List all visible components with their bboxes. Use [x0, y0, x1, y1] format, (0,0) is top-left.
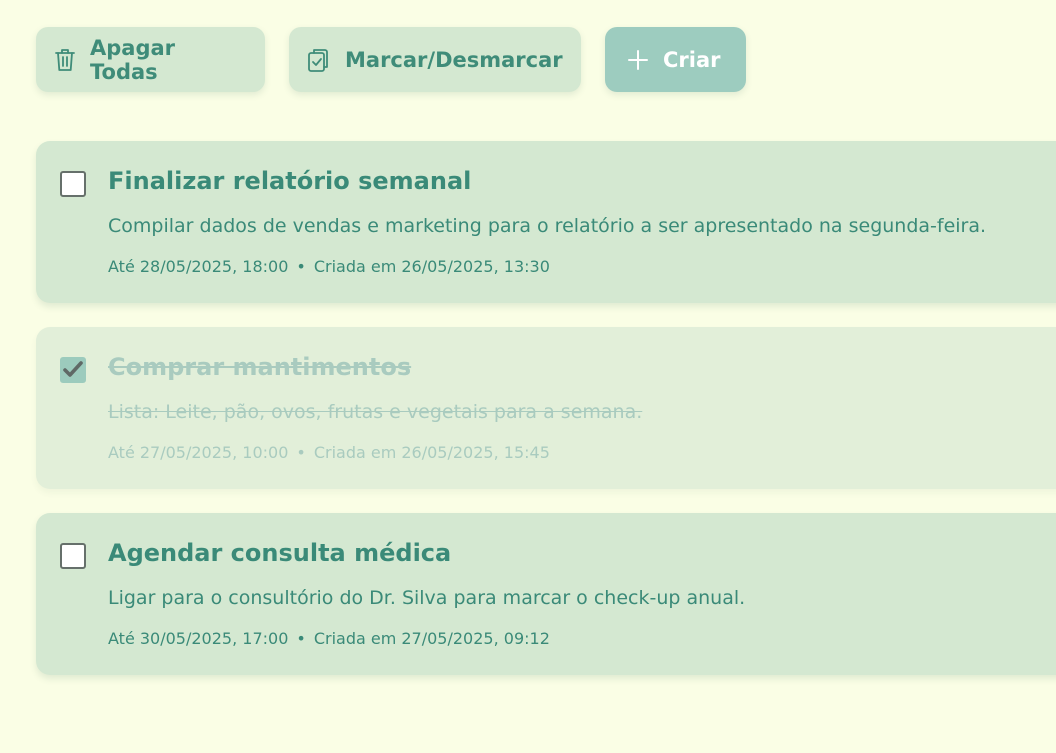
task-title: Agendar consulta médica [108, 539, 452, 567]
clipboard-check-icon [307, 47, 331, 73]
toggle-all-button[interactable]: Marcar/Desmarcar [289, 27, 581, 92]
toggle-all-label: Marcar/Desmarcar [345, 47, 563, 72]
delete-all-button[interactable]: Apagar Todas [36, 27, 265, 92]
task-created-date: Criada em 27/05/2025, 09:12 [313, 629, 550, 648]
task-list: Finalizar relatório semanal Compilar dad… [36, 141, 1056, 699]
task-description: Lista: Leite, pão, ovos, frutas e vegeta… [108, 401, 643, 423]
task-description: Ligar para o consultório do Dr. Silva pa… [108, 587, 746, 609]
task-due-date: Até 30/05/2025, 17:00 [108, 629, 289, 648]
meta-separator: • [296, 257, 306, 276]
task-checkbox-checked[interactable] [60, 357, 86, 383]
toolbar: Apagar Todas Marcar/Desmarcar Criar [36, 27, 746, 92]
task-meta: Até 27/05/2025, 10:00 • Criada em 26/05/20… [108, 443, 550, 462]
task-meta: Até 30/05/2025, 17:00 • Criada em 27/05/20… [108, 629, 550, 648]
task-checkbox[interactable] [60, 543, 86, 569]
task-card: Finalizar relatório semanal Compilar dad… [36, 141, 1056, 303]
task-created-date: Criada em 26/05/2025, 15:45 [313, 443, 550, 462]
create-label: Criar [663, 47, 721, 72]
task-title: Finalizar relatório semanal [108, 167, 472, 195]
task-due-date: Até 27/05/2025, 10:00 [108, 443, 289, 462]
task-created-date: Criada em 26/05/2025, 13:30 [313, 257, 550, 276]
task-card: Agendar consulta médica Ligar para o con… [36, 513, 1056, 675]
task-meta: Até 28/05/2025, 18:00 • Criada em 26/05/20… [108, 257, 550, 276]
task-card-completed: Comprar mantimentos Lista: Leite, pão, o… [36, 327, 1056, 489]
meta-separator: • [296, 629, 306, 648]
task-due-date: Até 28/05/2025, 18:00 [108, 257, 289, 276]
task-checkbox[interactable] [60, 171, 86, 197]
meta-separator: • [296, 443, 306, 462]
task-description: Compilar dados de vendas e marketing par… [108, 215, 987, 237]
create-button[interactable]: Criar [605, 27, 746, 92]
trash-icon [54, 47, 76, 73]
plus-icon [627, 49, 649, 71]
task-title: Comprar mantimentos [108, 353, 412, 381]
delete-all-label: Apagar Todas [90, 35, 176, 84]
